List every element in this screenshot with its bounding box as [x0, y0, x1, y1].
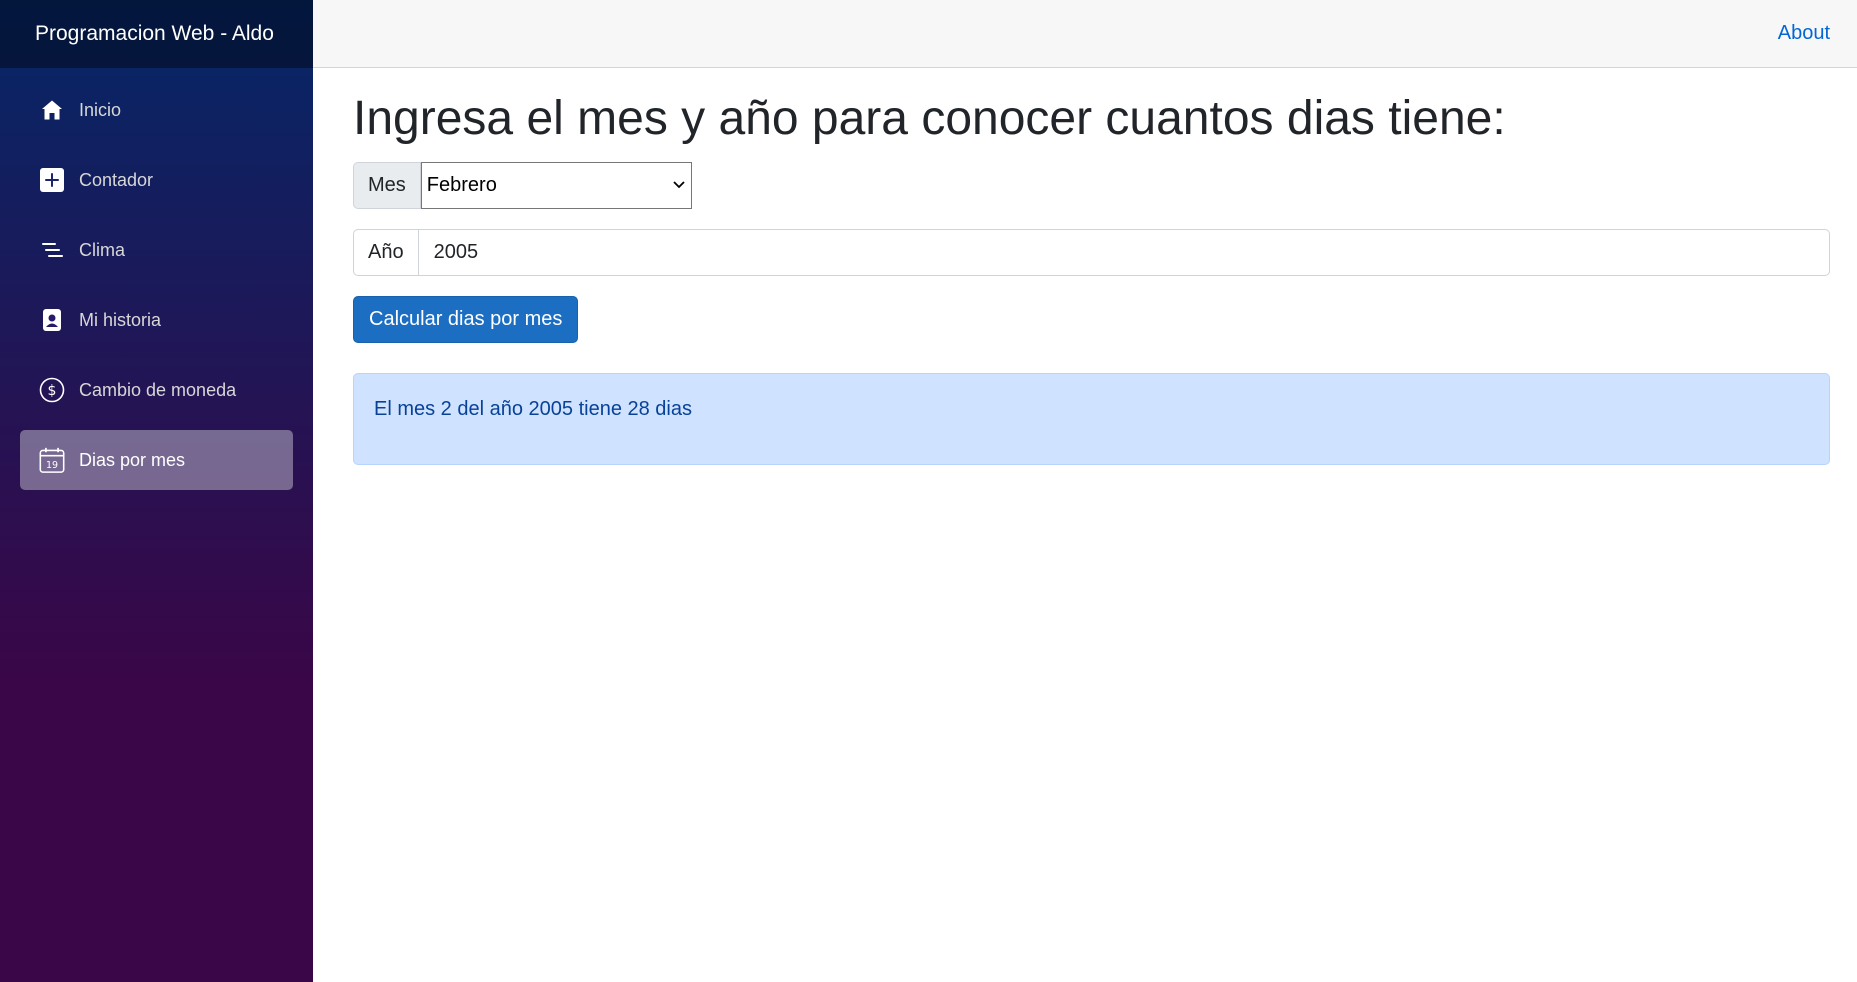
app-root: Programacion Web - Aldo Inicio Contador …: [0, 0, 1857, 982]
year-label: Año: [353, 228, 419, 276]
month-label: Mes: [353, 161, 421, 209]
top-bar: About: [313, 0, 1857, 68]
sidebar-item-label: Dias por mes: [79, 449, 186, 470]
sidebar-item-label: Clima: [79, 239, 126, 260]
sidebar-item-cambio-de-moneda[interactable]: $ Cambio de moneda: [20, 360, 293, 420]
year-input[interactable]: 2005: [418, 228, 1830, 276]
sidebar-item-dias-por-mes[interactable]: 19 Dias por mes: [20, 430, 293, 490]
result-text: El mes 2 del año 2005 tiene 28 dias: [374, 397, 692, 420]
dollar-circle-icon: $: [39, 377, 65, 403]
month-select-value: Febrero: [426, 173, 497, 196]
chevron-down-icon: [673, 181, 685, 189]
about-link[interactable]: About: [1778, 22, 1830, 45]
sidebar-item-label: Cambio de moneda: [79, 379, 237, 400]
sidebar-item-label: Contador: [79, 169, 154, 190]
person-badge-icon: [39, 307, 65, 333]
list-icon: [39, 237, 65, 263]
sidebar-item-label: Inicio: [79, 99, 122, 120]
calendar-icon: 19: [39, 447, 65, 473]
sidebar-item-contador[interactable]: Contador: [20, 150, 293, 210]
home-icon: [39, 97, 65, 123]
result-alert: El mes 2 del año 2005 tiene 28 dias: [353, 372, 1830, 465]
sidebar-item-inicio[interactable]: Inicio: [20, 80, 293, 140]
page-content: Ingresa el mes y año para conocer cuanto…: [313, 68, 1857, 465]
svg-text:$: $: [48, 383, 57, 399]
plus-square-icon: [39, 167, 65, 193]
page-title: Ingresa el mes y año para conocer cuanto…: [353, 92, 1506, 145]
month-select[interactable]: Febrero: [420, 161, 692, 209]
brand-link[interactable]: Programacion Web - Aldo: [35, 22, 274, 46]
brand-bar: Programacion Web - Aldo: [0, 0, 313, 68]
sidebar-item-label: Mi historia: [79, 309, 162, 330]
calendar-day-number: 19: [46, 460, 58, 471]
year-input-group: Año 2005: [353, 228, 1830, 276]
year-input-value: 2005: [433, 240, 479, 263]
sidebar-item-mi-historia[interactable]: Mi historia: [20, 290, 293, 350]
month-input-group: Mes Febrero: [353, 161, 1830, 209]
sidebar-item-clima[interactable]: Clima: [20, 220, 293, 280]
sidebar: Programacion Web - Aldo Inicio Contador …: [0, 0, 313, 982]
calculate-button[interactable]: Calcular dias por mes: [353, 295, 579, 343]
main-area: About Ingresa el mes y año para conocer …: [313, 0, 1857, 982]
sidebar-nav: Inicio Contador Clima Mi historia $ Camb…: [0, 68, 313, 490]
